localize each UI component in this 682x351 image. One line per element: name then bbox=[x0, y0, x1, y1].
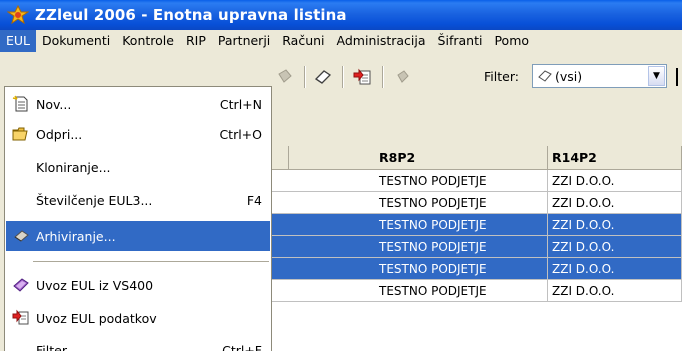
cell-r14p2: ZZI D.O.O. bbox=[548, 280, 682, 302]
toolbar-separator bbox=[382, 66, 384, 88]
grid-header: R8P2 R14P2 bbox=[270, 146, 682, 170]
gray-document-icon bbox=[278, 69, 292, 83]
menu-rip[interactable]: RIP bbox=[180, 30, 212, 52]
menu-item-shortcut: Ctrl+F bbox=[222, 342, 262, 351]
filter-label: Filter: bbox=[484, 69, 519, 84]
menu-item-shortcut: F4 bbox=[246, 192, 262, 208]
menu-bar: EUL Dokumenti Kontrole RIP Partnerji Rač… bbox=[0, 30, 682, 52]
cell-r8p2: TESTNO PODJETJE bbox=[375, 258, 548, 280]
toolbar-separator bbox=[342, 66, 344, 88]
menu-dokumenti[interactable]: Dokumenti bbox=[36, 30, 116, 52]
cell-r8p2: TESTNO PODJETJE bbox=[375, 170, 548, 192]
menu-partnerji[interactable]: Partnerji bbox=[212, 30, 276, 52]
menu-item-shortcut: Ctrl+N bbox=[219, 96, 262, 112]
eraser-button[interactable] bbox=[310, 64, 336, 90]
menu-item-label: Uvoz EUL podatkov bbox=[36, 310, 157, 326]
cell-r8p2: TESTNO PODJETJE bbox=[375, 236, 548, 258]
table-row-selected[interactable]: TESTNO PODJETJE ZZI D.O.O. bbox=[270, 214, 682, 236]
menu-administracija[interactable]: Administracija bbox=[331, 30, 432, 52]
import-data-icon bbox=[12, 309, 29, 325]
eraser-icon bbox=[314, 70, 332, 84]
data-grid: R8P2 R14P2 TESTNO PODJETJE ZZI D.O.O. TE… bbox=[270, 146, 682, 351]
menu-kontrole[interactable]: Kontrole bbox=[116, 30, 180, 52]
cell-r14p2: ZZI D.O.O. bbox=[548, 258, 682, 280]
toolbar-edge bbox=[676, 68, 678, 86]
menu-pomoc[interactable]: Pomo bbox=[488, 30, 535, 52]
menu-item-filter[interactable]: Filter Ctrl+F bbox=[6, 335, 270, 351]
menu-item-label: Uvoz EUL iz VS400 bbox=[36, 277, 154, 293]
menu-item-shortcut: Ctrl+O bbox=[219, 126, 262, 142]
cell-r8p2: TESTNO PODJETJE bbox=[375, 192, 548, 214]
toolbar: Filter: (vsi) ▼ bbox=[270, 52, 682, 146]
menu-item-kloniranje[interactable]: Kloniranje... bbox=[6, 152, 270, 182]
eraser-icon bbox=[538, 70, 552, 82]
import-data-icon bbox=[353, 68, 371, 85]
table-row-selected[interactable]: TESTNO PODJETJE ZZI D.O.O. bbox=[270, 236, 682, 258]
gray-tool-icon bbox=[397, 70, 409, 83]
import-button[interactable] bbox=[350, 64, 376, 90]
gray-tool-button[interactable] bbox=[390, 64, 416, 90]
menu-item-label: Nov... bbox=[36, 96, 72, 112]
open-folder-icon bbox=[12, 127, 28, 141]
app-icon bbox=[7, 4, 29, 25]
filter-select[interactable]: (vsi) ▼ bbox=[532, 64, 667, 88]
window-title: ZZleul 2006 - Enotna upravna listina bbox=[35, 6, 347, 24]
menu-item-stevilcenje[interactable]: Številčenje EUL3... F4 bbox=[6, 185, 270, 215]
title-bar[interactable]: ZZleul 2006 - Enotna upravna listina bbox=[0, 0, 682, 30]
gray-doc-button[interactable] bbox=[272, 64, 298, 90]
chevron-down-icon[interactable]: ▼ bbox=[648, 66, 665, 86]
menu-item-label: Filter bbox=[36, 342, 67, 351]
archive-icon bbox=[14, 230, 29, 242]
cell-r14p2: ZZI D.O.O. bbox=[548, 236, 682, 258]
menu-sifranti[interactable]: Šifranti bbox=[432, 30, 489, 52]
table-row[interactable]: TESTNO PODJETJE ZZI D.O.O. bbox=[270, 170, 682, 192]
menu-separator bbox=[33, 261, 269, 262]
cell-r8p2: TESTNO PODJETJE bbox=[375, 214, 548, 236]
eul-dropdown-menu: Nov... Ctrl+N Odpri... Ctrl+O Kloniranje… bbox=[4, 86, 272, 351]
cell-r14p2: ZZI D.O.O. bbox=[548, 192, 682, 214]
table-row-selected[interactable]: TESTNO PODJETJE ZZI D.O.O. bbox=[270, 258, 682, 280]
menu-item-label: Kloniranje... bbox=[36, 159, 111, 175]
filter-value: (vsi) bbox=[555, 68, 583, 84]
cell-r14p2: ZZI D.O.O. bbox=[548, 214, 682, 236]
new-document-icon bbox=[12, 95, 28, 112]
toolbar-separator bbox=[304, 66, 306, 88]
menu-item-uvoz-podatkov[interactable]: Uvoz EUL podatkov bbox=[6, 303, 270, 333]
column-header-r8p2[interactable]: R8P2 bbox=[375, 146, 548, 170]
grid-header-spacer bbox=[270, 146, 289, 170]
menu-item-label: Arhiviranje... bbox=[36, 228, 116, 244]
menu-item-uvoz-vs400[interactable]: Uvoz EUL iz VS400 bbox=[6, 270, 270, 300]
cell-r14p2: ZZI D.O.O. bbox=[548, 170, 682, 192]
column-header-r14p2[interactable]: R14P2 bbox=[548, 146, 682, 170]
menu-item-label: Številčenje EUL3... bbox=[36, 192, 153, 208]
menu-item-arhiviranje[interactable]: Arhiviranje... bbox=[6, 221, 270, 251]
table-row[interactable]: TESTNO PODJETJE ZZI D.O.O. bbox=[270, 192, 682, 214]
menu-eul[interactable]: EUL bbox=[0, 30, 37, 52]
import-vs400-icon bbox=[13, 278, 29, 292]
menu-racuni[interactable]: Računi bbox=[276, 30, 330, 52]
menu-item-nov[interactable]: Nov... Ctrl+N bbox=[6, 89, 270, 119]
cell-r8p2: TESTNO PODJETJE bbox=[375, 280, 548, 302]
menu-item-odpri[interactable]: Odpri... Ctrl+O bbox=[6, 119, 270, 149]
menu-item-label: Odpri... bbox=[36, 126, 83, 142]
table-row[interactable]: TESTNO PODJETJE ZZI D.O.O. bbox=[270, 280, 682, 302]
